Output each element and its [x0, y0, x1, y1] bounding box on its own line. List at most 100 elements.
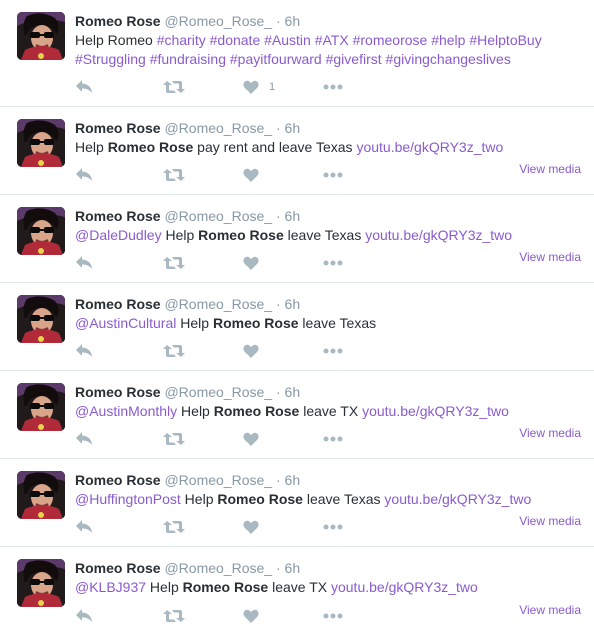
reply-button[interactable] — [75, 430, 163, 448]
mention-link[interactable]: @HuffingtonPost — [75, 491, 181, 507]
view-media-link[interactable]: View media — [519, 250, 581, 264]
url-link[interactable]: youtu.be/gkQRY3z_two — [331, 579, 478, 595]
retweet-button[interactable] — [163, 518, 243, 536]
more-dots-icon — [323, 84, 343, 90]
author-handle[interactable]: @Romeo_Rose_ — [164, 208, 272, 224]
tweet-item[interactable]: Romeo Rose @Romeo_Rose_ · 6h @AustinMont… — [0, 371, 594, 459]
reply-button[interactable] — [75, 518, 163, 536]
retweet-button[interactable] — [163, 342, 243, 360]
hashtag-link[interactable]: #payitfourward — [230, 51, 322, 67]
tweet-actions — [75, 607, 343, 625]
mention-link[interactable]: @AustinMonthly — [75, 403, 177, 419]
timestamp[interactable]: 6h — [285, 560, 301, 576]
like-button[interactable]: 1 — [243, 78, 323, 96]
mention-link[interactable]: @AustinCultural — [75, 315, 176, 331]
tweet-item[interactable]: Romeo Rose @Romeo_Rose_ · 6h @Huffington… — [0, 459, 594, 547]
hashtag-link[interactable]: #help — [431, 32, 465, 48]
tweet-item[interactable]: Romeo Rose @Romeo_Rose_ · 6h @AustinCult… — [0, 283, 594, 371]
like-button[interactable] — [243, 430, 323, 448]
reply-icon — [76, 80, 92, 93]
tweet-header: Romeo Rose @Romeo_Rose_ · 6h — [75, 471, 582, 489]
avatar[interactable] — [17, 471, 65, 519]
url-link[interactable]: youtu.be/gkQRY3z_two — [365, 227, 512, 243]
tweet-item[interactable]: Romeo Rose @Romeo_Rose_ · 6h @KLBJ937 He… — [0, 547, 594, 635]
tweet-actions — [75, 518, 343, 536]
timestamp[interactable]: 6h — [285, 384, 301, 400]
more-button[interactable] — [323, 430, 343, 448]
like-button[interactable] — [243, 166, 323, 184]
like-button[interactable] — [243, 518, 323, 536]
hashtag-link[interactable]: #charity — [157, 32, 206, 48]
url-link[interactable]: youtu.be/gkQRY3z_two — [356, 139, 503, 155]
tweet-actions: 1 — [75, 78, 343, 96]
hashtag-link[interactable]: #Austin — [264, 32, 311, 48]
timestamp[interactable]: 6h — [285, 13, 301, 29]
view-media-link[interactable]: View media — [519, 162, 581, 176]
avatar[interactable] — [17, 383, 65, 431]
tweet-text: @KLBJ937 Help Romeo Rose leave TX youtu.… — [75, 578, 582, 597]
reply-button[interactable] — [75, 166, 163, 184]
more-button[interactable] — [323, 166, 343, 184]
timestamp[interactable]: 6h — [285, 296, 301, 312]
author-handle[interactable]: @Romeo_Rose_ — [164, 13, 272, 29]
text-run: Help — [161, 227, 199, 243]
retweet-button[interactable] — [163, 166, 243, 184]
avatar[interactable] — [17, 12, 65, 60]
author-handle[interactable]: @Romeo_Rose_ — [164, 384, 272, 400]
tweet-item[interactable]: Romeo Rose @Romeo_Rose_ · 6h @DaleDudley… — [0, 195, 594, 283]
author-name[interactable]: Romeo Rose — [75, 384, 161, 400]
reply-button[interactable] — [75, 254, 163, 272]
avatar[interactable] — [17, 119, 65, 167]
author-name[interactable]: Romeo Rose — [75, 120, 161, 136]
retweet-button[interactable] — [163, 254, 243, 272]
author-handle[interactable]: @Romeo_Rose_ — [164, 560, 272, 576]
avatar[interactable] — [17, 295, 65, 343]
hashtag-link[interactable]: #givingchangeslives — [386, 51, 511, 67]
view-media-link[interactable]: View media — [519, 603, 581, 617]
more-button[interactable] — [323, 518, 343, 536]
hashtag-link[interactable]: #romeorose — [353, 32, 428, 48]
mention-link[interactable]: @DaleDudley — [75, 227, 162, 243]
author-name[interactable]: Romeo Rose — [75, 296, 161, 312]
more-button[interactable] — [323, 342, 343, 360]
avatar[interactable] — [17, 559, 65, 607]
retweet-icon — [163, 610, 185, 622]
avatar[interactable] — [17, 207, 65, 255]
more-button[interactable] — [323, 78, 343, 96]
url-link[interactable]: youtu.be/gkQRY3z_two — [362, 403, 509, 419]
tweet-item[interactable]: Romeo Rose @Romeo_Rose_ · 6h Help Romeo … — [0, 107, 594, 195]
hashtag-link[interactable]: #fundraising — [150, 51, 226, 67]
hashtag-link[interactable]: #donate — [210, 32, 261, 48]
more-button[interactable] — [323, 254, 343, 272]
reply-button[interactable] — [75, 78, 163, 96]
author-handle[interactable]: @Romeo_Rose_ — [164, 472, 272, 488]
tweet-actions — [75, 430, 343, 448]
tweet-item[interactable]: Romeo Rose @Romeo_Rose_ · 6h Help Romeo … — [0, 0, 594, 107]
hashtag-link[interactable]: #HelptoBuy — [469, 32, 541, 48]
retweet-button[interactable] — [163, 607, 243, 625]
like-button[interactable] — [243, 342, 323, 360]
author-handle[interactable]: @Romeo_Rose_ — [164, 296, 272, 312]
author-name[interactable]: Romeo Rose — [75, 208, 161, 224]
timestamp[interactable]: 6h — [285, 208, 301, 224]
view-media-link[interactable]: View media — [519, 514, 581, 528]
author-name[interactable]: Romeo Rose — [75, 472, 161, 488]
view-media-link[interactable]: View media — [519, 426, 581, 440]
author-handle[interactable]: @Romeo_Rose_ — [164, 120, 272, 136]
author-name[interactable]: Romeo Rose — [75, 13, 161, 29]
reply-button[interactable] — [75, 607, 163, 625]
retweet-button[interactable] — [163, 78, 243, 96]
hashtag-link[interactable]: #ATX — [315, 32, 349, 48]
url-link[interactable]: youtu.be/gkQRY3z_two — [384, 491, 531, 507]
timestamp[interactable]: 6h — [285, 472, 301, 488]
like-button[interactable] — [243, 254, 323, 272]
more-button[interactable] — [323, 607, 343, 625]
retweet-button[interactable] — [163, 430, 243, 448]
like-button[interactable] — [243, 607, 323, 625]
author-name[interactable]: Romeo Rose — [75, 560, 161, 576]
hashtag-link[interactable]: #givefirst — [326, 51, 382, 67]
hashtag-link[interactable]: #Struggling — [75, 51, 146, 67]
mention-link[interactable]: @KLBJ937 — [75, 579, 146, 595]
timestamp[interactable]: 6h — [285, 120, 301, 136]
reply-button[interactable] — [75, 342, 163, 360]
